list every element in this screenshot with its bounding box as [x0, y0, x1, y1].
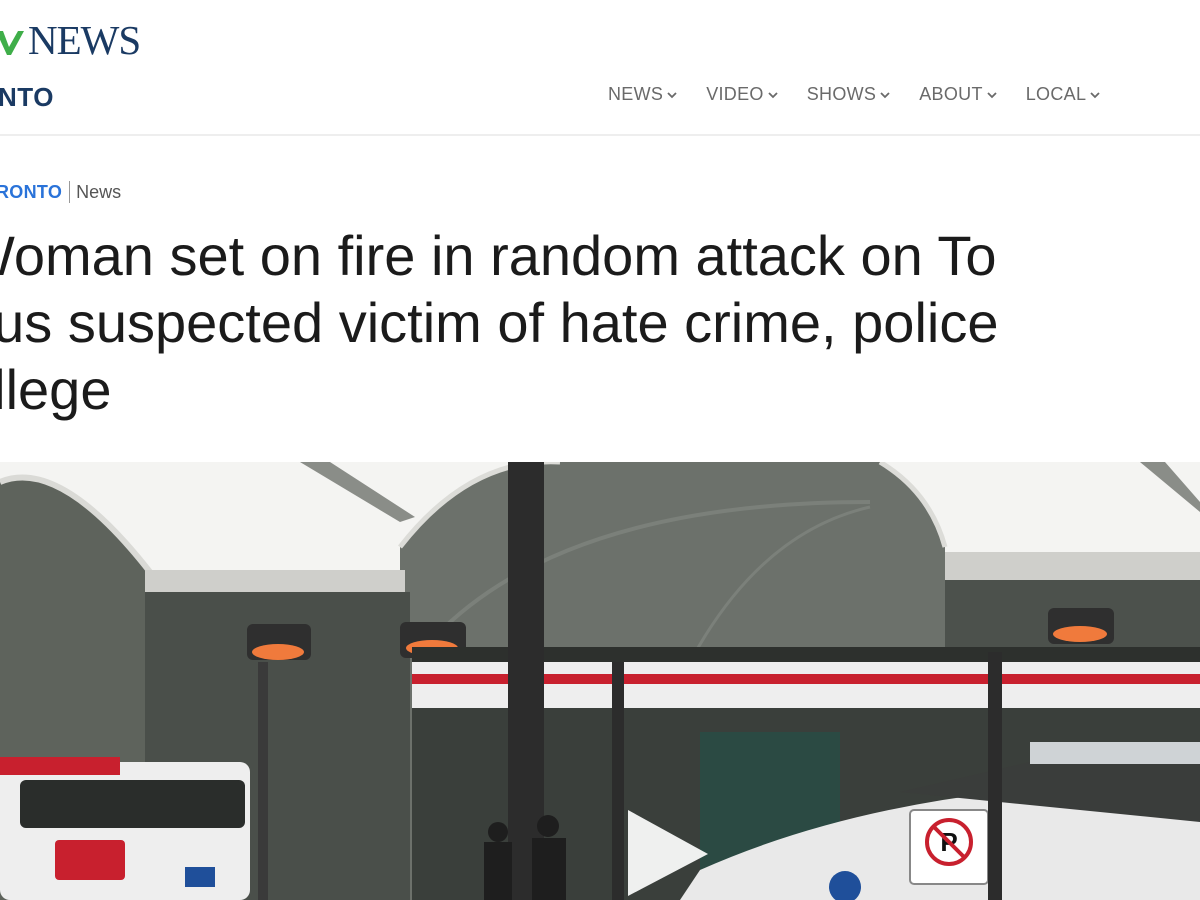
logo-text: NEWS — [28, 17, 141, 63]
nav-item-label: ABOUT — [919, 84, 983, 104]
nav-item-label: VIDEO — [706, 84, 764, 104]
headline-line: allege — [0, 358, 112, 421]
region-name[interactable]: NTO — [0, 82, 54, 113]
nav-item-label: LOCAL — [1025, 84, 1087, 104]
nav-item-label: NEWS — [608, 84, 664, 104]
chevron-down-icon — [987, 91, 997, 98]
nav-item-shows[interactable]: SHOWS — [807, 84, 892, 105]
chevron-down-icon — [768, 91, 778, 98]
nav-item-local[interactable]: LOCAL — [1026, 84, 1102, 105]
breadcrumb-divider — [69, 181, 71, 203]
breadcrumb: RONTO News — [0, 181, 121, 203]
chevron-down-icon — [1090, 91, 1100, 98]
nav-item-label: SHOWS — [806, 84, 877, 104]
nav-item-video[interactable]: VIDEO — [706, 84, 779, 105]
breadcrumb-section-link[interactable]: News — [76, 182, 121, 203]
breadcrumb-region-link[interactable]: RONTO — [0, 182, 62, 203]
article-headline: Woman set on fire in random attack on To… — [0, 222, 1200, 423]
main-nav: NEWS VIDEO SHOWS ABOUT LOCAL — [608, 84, 1101, 105]
logo-mark-icon — [0, 30, 24, 55]
site-header: NEWS NTO NEWS VIDEO SHOWS ABOUT LOCAL — [0, 0, 1200, 136]
chevron-down-icon — [880, 91, 890, 98]
headline-line: bus suspected victim of hate crime, poli… — [0, 291, 999, 354]
headline-line: Woman set on fire in random attack on To — [0, 224, 997, 287]
video-player[interactable]: P — [0, 462, 1200, 900]
play-icon[interactable] — [622, 806, 712, 896]
site-logo[interactable]: NEWS — [0, 17, 141, 63]
video-thumbnail: P — [0, 462, 1200, 900]
chevron-down-icon — [667, 91, 677, 98]
nav-item-news[interactable]: NEWS — [608, 84, 678, 105]
nav-item-about[interactable]: ABOUT — [919, 84, 998, 105]
